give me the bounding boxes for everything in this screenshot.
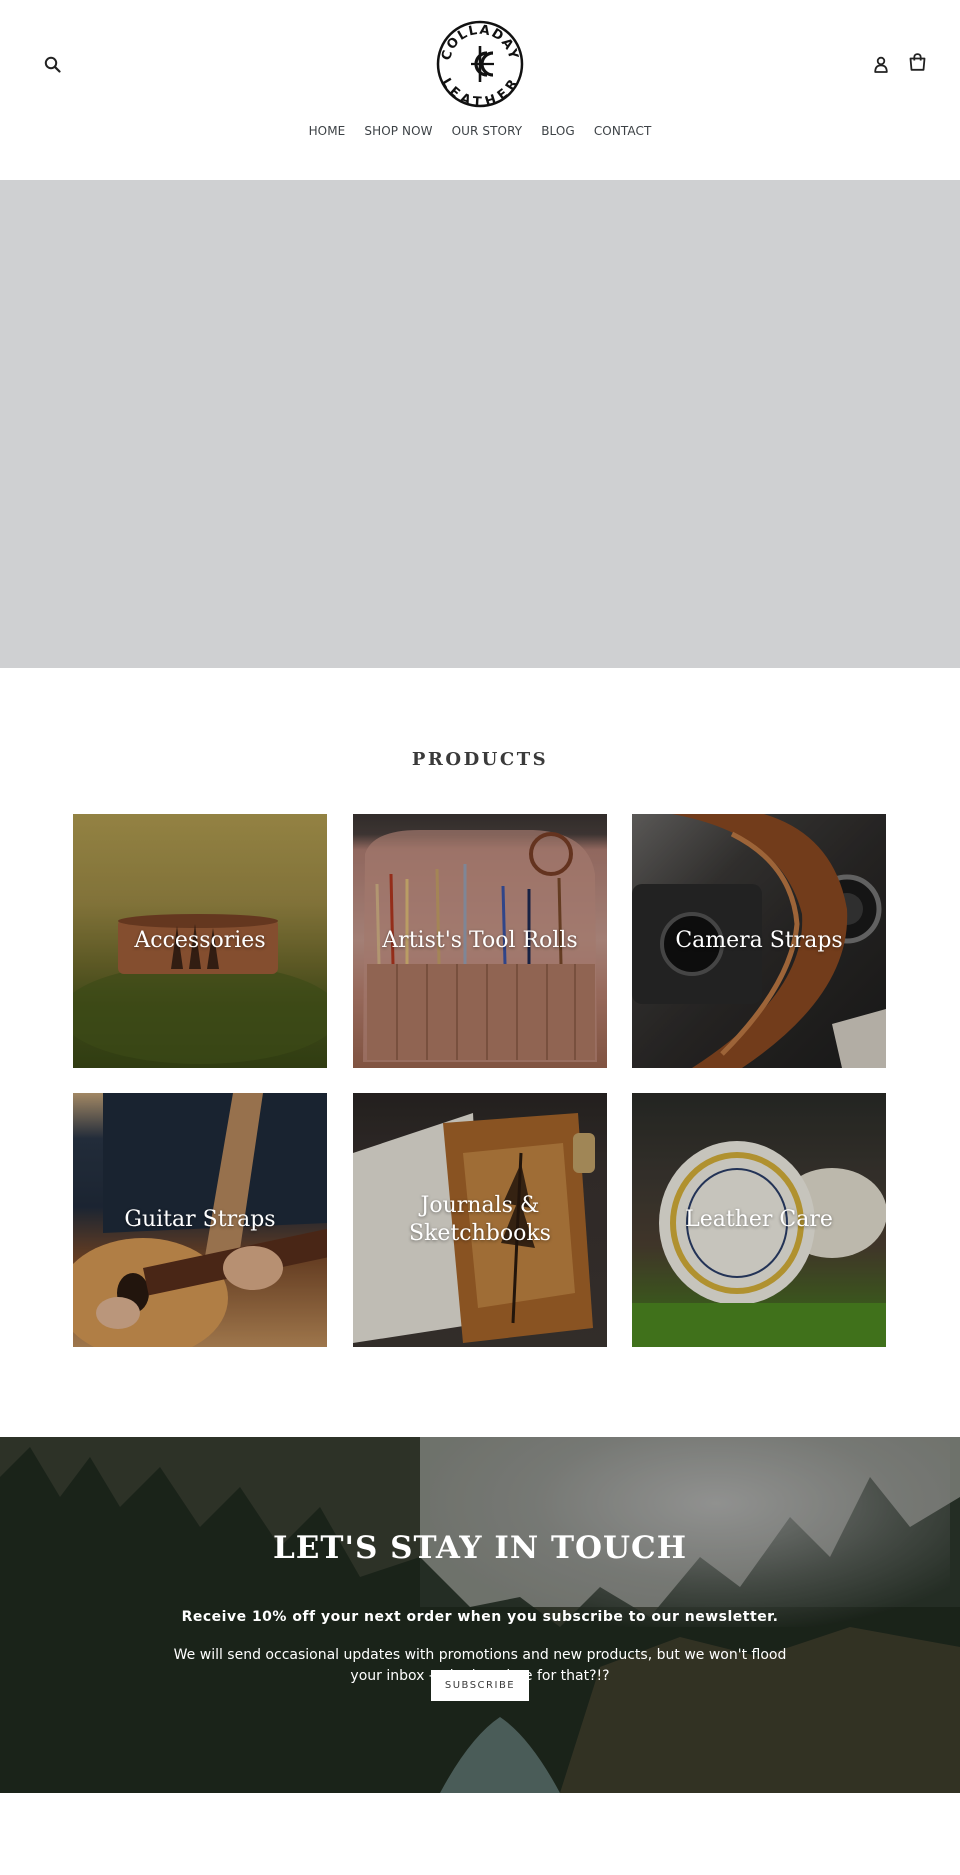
collection-tile-guitar-straps[interactable]: Guitar Straps xyxy=(73,1093,327,1347)
collection-tile-artists-tool-rolls[interactable]: Artist's Tool Rolls xyxy=(353,814,607,1068)
subscribe-button[interactable]: SUBSCRIBE xyxy=(431,1670,529,1701)
newsletter-title: LET'S STAY IN TOUCH xyxy=(272,1530,688,1566)
nav-item-blog[interactable]: BLOG xyxy=(541,124,575,138)
search-icon xyxy=(44,56,61,73)
site-footer xyxy=(0,1793,960,1875)
cart-button[interactable] xyxy=(905,50,929,74)
collection-label: Journals & Sketchbooks xyxy=(409,1193,551,1246)
site-header: COLLADAY LEATHER HOME SHOP NOW OUR STORY… xyxy=(0,0,960,180)
newsletter-subtitle: Receive 10% off your next order when you… xyxy=(181,1609,779,1625)
collection-label: Accessories xyxy=(134,928,266,953)
site-logo[interactable]: COLLADAY LEATHER xyxy=(436,20,524,110)
collection-label: Leather Care xyxy=(685,1207,833,1232)
account-button[interactable] xyxy=(870,52,892,76)
collection-tile-leather-care[interactable]: Leather Care xyxy=(632,1093,886,1347)
hero-image-placeholder xyxy=(0,180,960,668)
collection-tile-camera-straps[interactable]: Camera Straps xyxy=(632,814,886,1068)
collection-tile-accessories[interactable]: Accessories xyxy=(73,814,327,1068)
main-nav: HOME SHOP NOW OUR STORY BLOG CONTACT xyxy=(0,124,960,138)
collection-tile-journals-sketchbooks[interactable]: Journals & Sketchbooks xyxy=(353,1093,607,1347)
nav-item-our-story[interactable]: OUR STORY xyxy=(452,124,523,138)
products-section-title: PRODUCTS xyxy=(411,749,549,770)
search-button[interactable] xyxy=(40,52,64,76)
user-icon xyxy=(874,56,888,73)
nav-item-home[interactable]: HOME xyxy=(309,124,346,138)
shopping-bag-icon xyxy=(909,53,925,71)
collection-label: Camera Straps xyxy=(675,928,843,953)
nav-item-shop-now[interactable]: SHOP NOW xyxy=(364,124,432,138)
collection-label: Guitar Straps xyxy=(124,1207,276,1232)
nav-item-contact[interactable]: CONTACT xyxy=(594,124,652,138)
collection-label: Artist's Tool Rolls xyxy=(382,928,578,953)
logo-emblem: COLLADAY LEATHER xyxy=(436,20,524,110)
newsletter-section: LET'S STAY IN TOUCH Receive 10% off your… xyxy=(0,1437,960,1793)
